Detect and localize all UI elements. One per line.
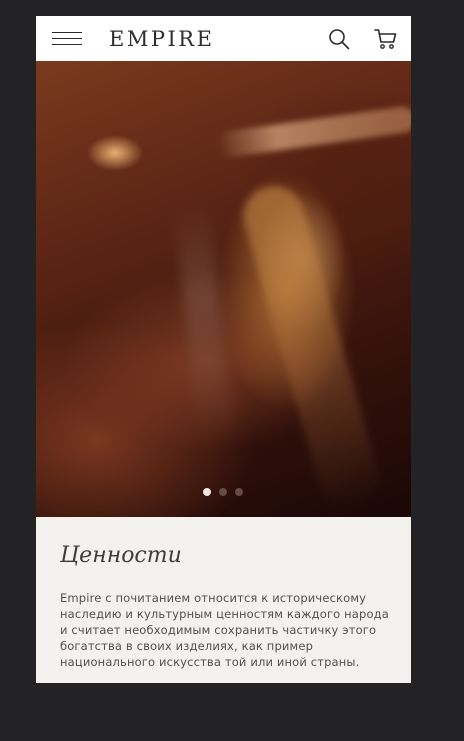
slider-dot[interactable] (203, 488, 211, 496)
search-icon[interactable] (328, 28, 350, 50)
site-header: EMPIRE (36, 16, 411, 61)
hero-slider[interactable] (36, 61, 411, 517)
cart-icon[interactable] (374, 28, 398, 50)
slider-dot[interactable] (219, 488, 227, 496)
hero-image-detail (236, 179, 386, 513)
menu-line (52, 38, 82, 40)
mobile-viewport: EMPIRE Ценности Empire с почитанием отно… (36, 16, 411, 683)
section-title: Ценности (60, 543, 182, 568)
hero-image-detail (173, 199, 235, 443)
hamburger-menu-icon[interactable] (52, 32, 82, 46)
menu-line (52, 44, 82, 46)
section-text: Empire с почитанием относится к историче… (60, 591, 389, 669)
values-section: Ценности Empire с почитанием относится к… (36, 517, 411, 683)
menu-line (52, 32, 82, 34)
slider-pagination (203, 488, 243, 496)
brand-logo[interactable]: EMPIRE (109, 25, 214, 53)
slider-dot[interactable] (235, 488, 243, 496)
hero-image-detail (215, 105, 411, 159)
